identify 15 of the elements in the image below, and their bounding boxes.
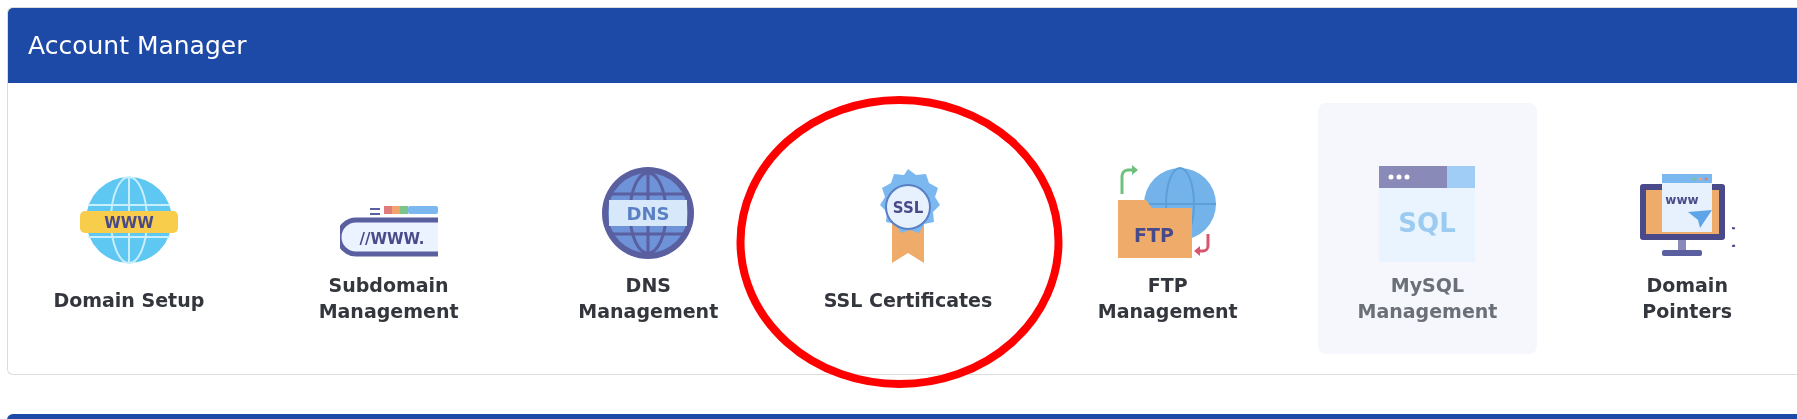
tool-link[interactable]: WWW Domain Setup (19, 103, 239, 354)
tool-label: Domain Setup (53, 287, 205, 313)
tool-label: Domain Pointers (1642, 273, 1732, 324)
tool-link[interactable]: SQL MySQL Management (1317, 103, 1538, 354)
tool-label: FTP Management (1097, 273, 1238, 324)
panel-title: Account Manager (28, 31, 247, 60)
tool-label: DNS Management (578, 273, 719, 324)
tool-label: Subdomain Management (318, 273, 459, 324)
tool-link[interactable]: www Domain Pointers (1577, 103, 1797, 354)
tool-label: MySQL Management (1357, 273, 1498, 324)
tool-link[interactable]: //WWW. Subdomain Management (278, 103, 499, 354)
tool-label: SSL Certificates (823, 287, 993, 313)
database-window-icon: SQL (1379, 166, 1476, 262)
tool-link[interactable]: DNS DNS Management (538, 103, 759, 354)
tool-link[interactable]: FTP FTP Management (1057, 103, 1278, 354)
